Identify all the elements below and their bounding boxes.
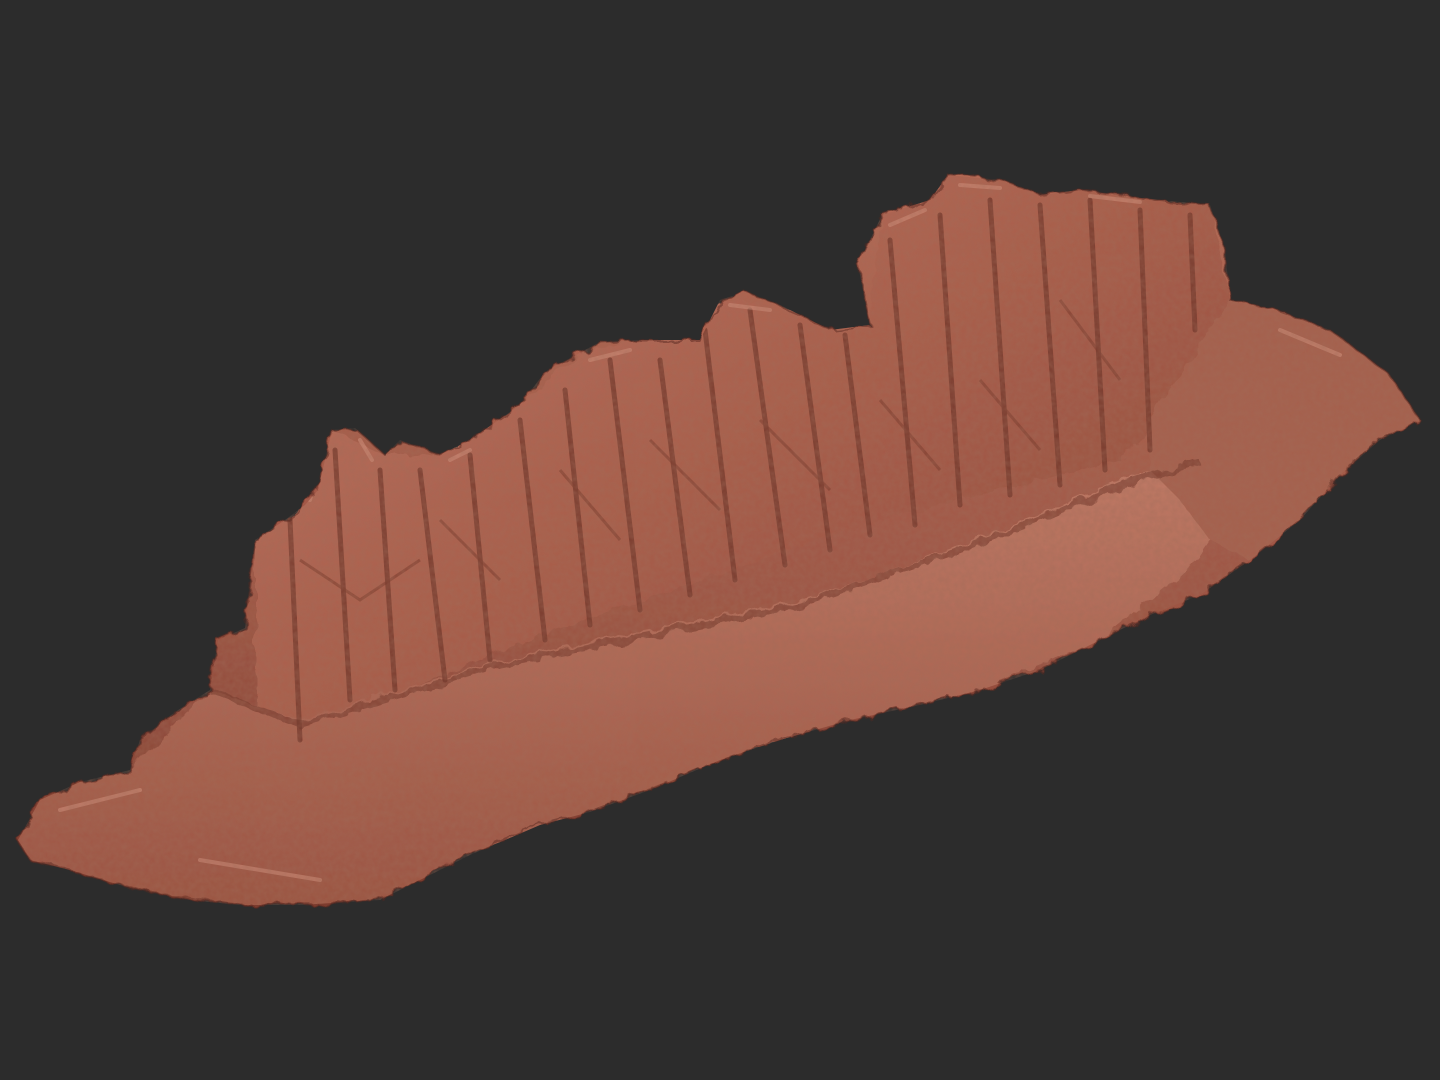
surface-texture — [18, 175, 1420, 905]
rock-model[interactable] — [0, 0, 1440, 1080]
3d-viewport[interactable] — [0, 0, 1440, 1080]
